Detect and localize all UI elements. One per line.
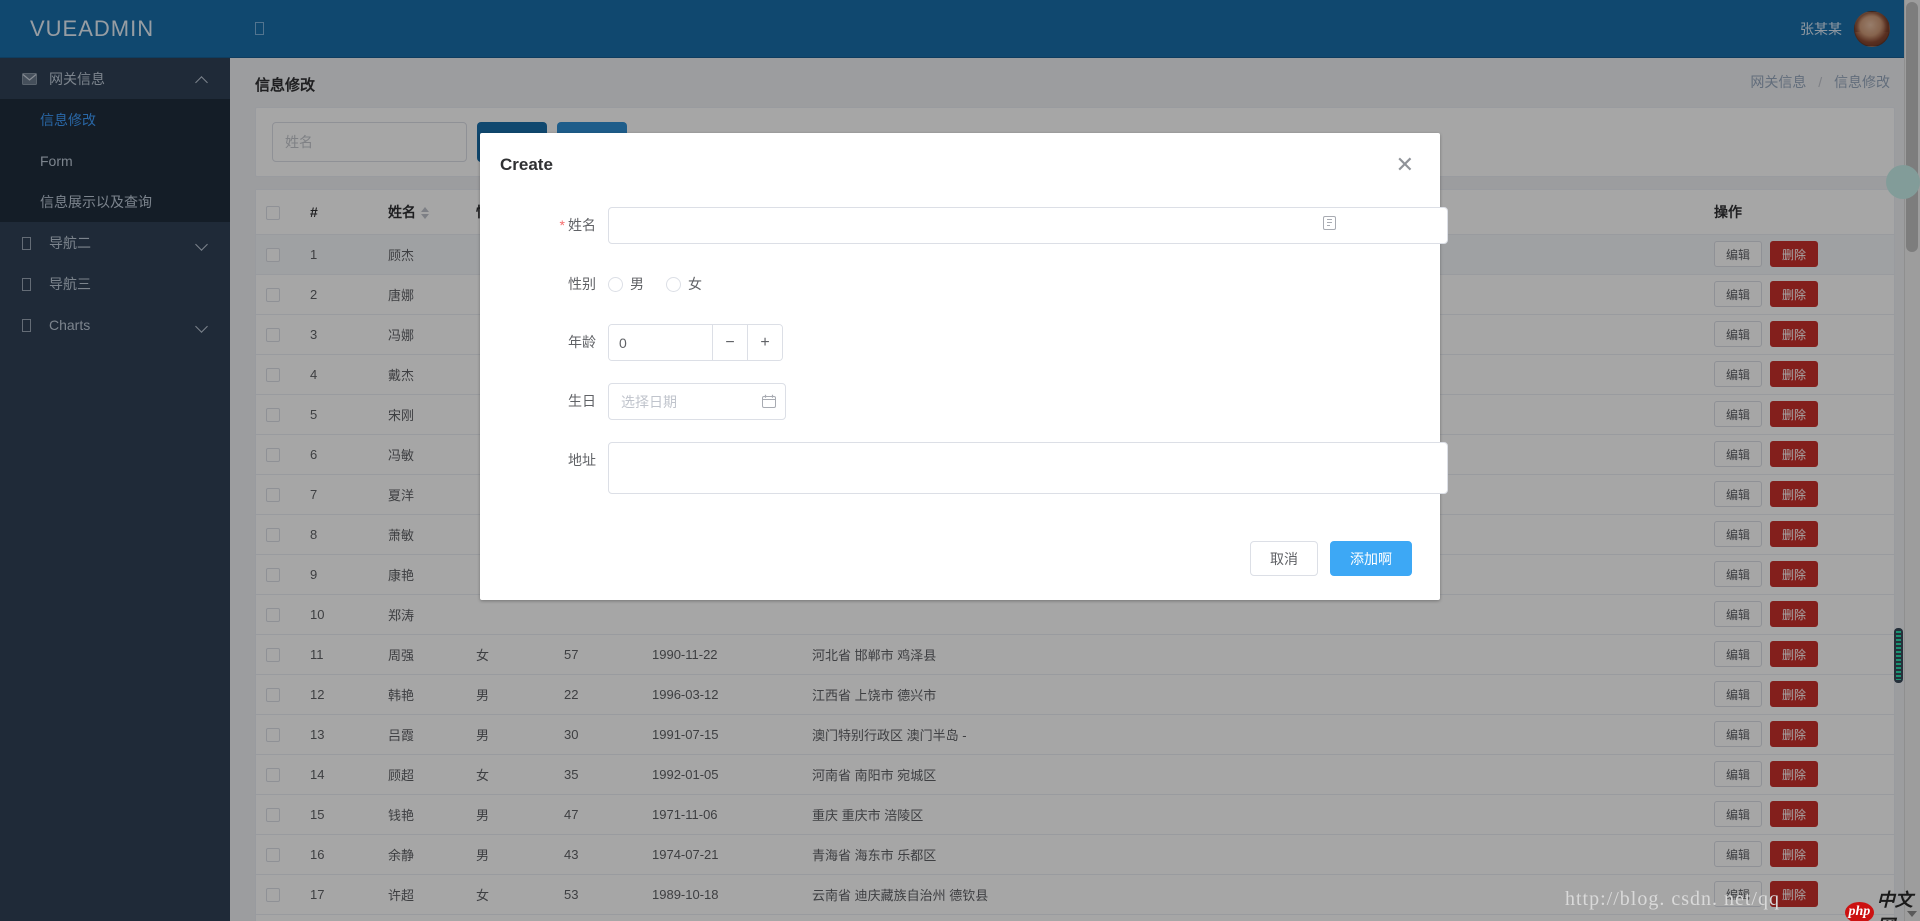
- dialog-title: Create: [500, 155, 553, 174]
- php-logo: php 中文网: [1845, 886, 1920, 921]
- birthday-field-label: 生日: [508, 383, 608, 419]
- input-suffix-icon: [1323, 216, 1336, 230]
- radio-male-label: 男: [630, 274, 644, 294]
- sex-radio-group: 男 女: [608, 266, 1412, 302]
- name-field-label: *姓名: [508, 207, 608, 243]
- calendar-icon[interactable]: [762, 394, 776, 408]
- radio-female-label: 女: [688, 274, 702, 294]
- name-field-control: [608, 207, 1448, 244]
- create-dialog: Create ✕ *姓名 性别: [480, 133, 1440, 600]
- age-stepper: − +: [608, 324, 783, 361]
- radio-dot-icon[interactable]: [608, 277, 623, 292]
- name-input[interactable]: [608, 207, 1448, 244]
- required-asterisk: *: [560, 217, 565, 233]
- birthday-field-control: [608, 383, 1412, 420]
- dialog-body: *姓名 性别 男: [480, 185, 1440, 531]
- radio-male[interactable]: 男: [608, 274, 644, 294]
- date-picker[interactable]: [608, 383, 786, 420]
- age-field-label: 年龄: [508, 324, 608, 360]
- radio-female[interactable]: 女: [666, 274, 702, 294]
- radio-dot-icon[interactable]: [666, 277, 681, 292]
- form-row-age: 年龄 − +: [508, 324, 1412, 361]
- age-increment-button[interactable]: +: [747, 325, 782, 360]
- sex-field-label: 性别: [508, 266, 608, 302]
- form-row-sex: 性别 男 女: [508, 266, 1412, 302]
- address-field-control: [608, 442, 1448, 499]
- cancel-button[interactable]: 取消: [1250, 541, 1318, 576]
- confirm-add-button[interactable]: 添加啊: [1330, 541, 1412, 576]
- birthday-input[interactable]: [609, 394, 785, 410]
- sex-field-control: 男 女: [608, 266, 1412, 302]
- form-row-name: *姓名: [508, 207, 1412, 244]
- age-input[interactable]: [609, 325, 712, 360]
- dialog-header: Create ✕: [480, 133, 1440, 185]
- dialog-footer: 取消 添加啊: [480, 531, 1440, 600]
- php-logo-badge: php: [1845, 902, 1874, 921]
- address-textarea[interactable]: [608, 442, 1448, 494]
- watermark-url: http://blog. csdn. net/qq: [1565, 888, 1780, 911]
- form-row-birthday: 生日: [508, 383, 1412, 420]
- close-icon[interactable]: ✕: [1390, 153, 1420, 177]
- name-label-text: 姓名: [568, 217, 596, 233]
- age-decrement-button[interactable]: −: [712, 325, 747, 360]
- app-root: VUEADMIN 网关信息 信息修改 Form 信息展示以及查询: [0, 0, 1920, 921]
- form-row-address: 地址: [508, 442, 1412, 499]
- age-field-control: − +: [608, 324, 1412, 361]
- php-logo-text: 中文网: [1877, 886, 1920, 921]
- address-field-label: 地址: [508, 442, 608, 478]
